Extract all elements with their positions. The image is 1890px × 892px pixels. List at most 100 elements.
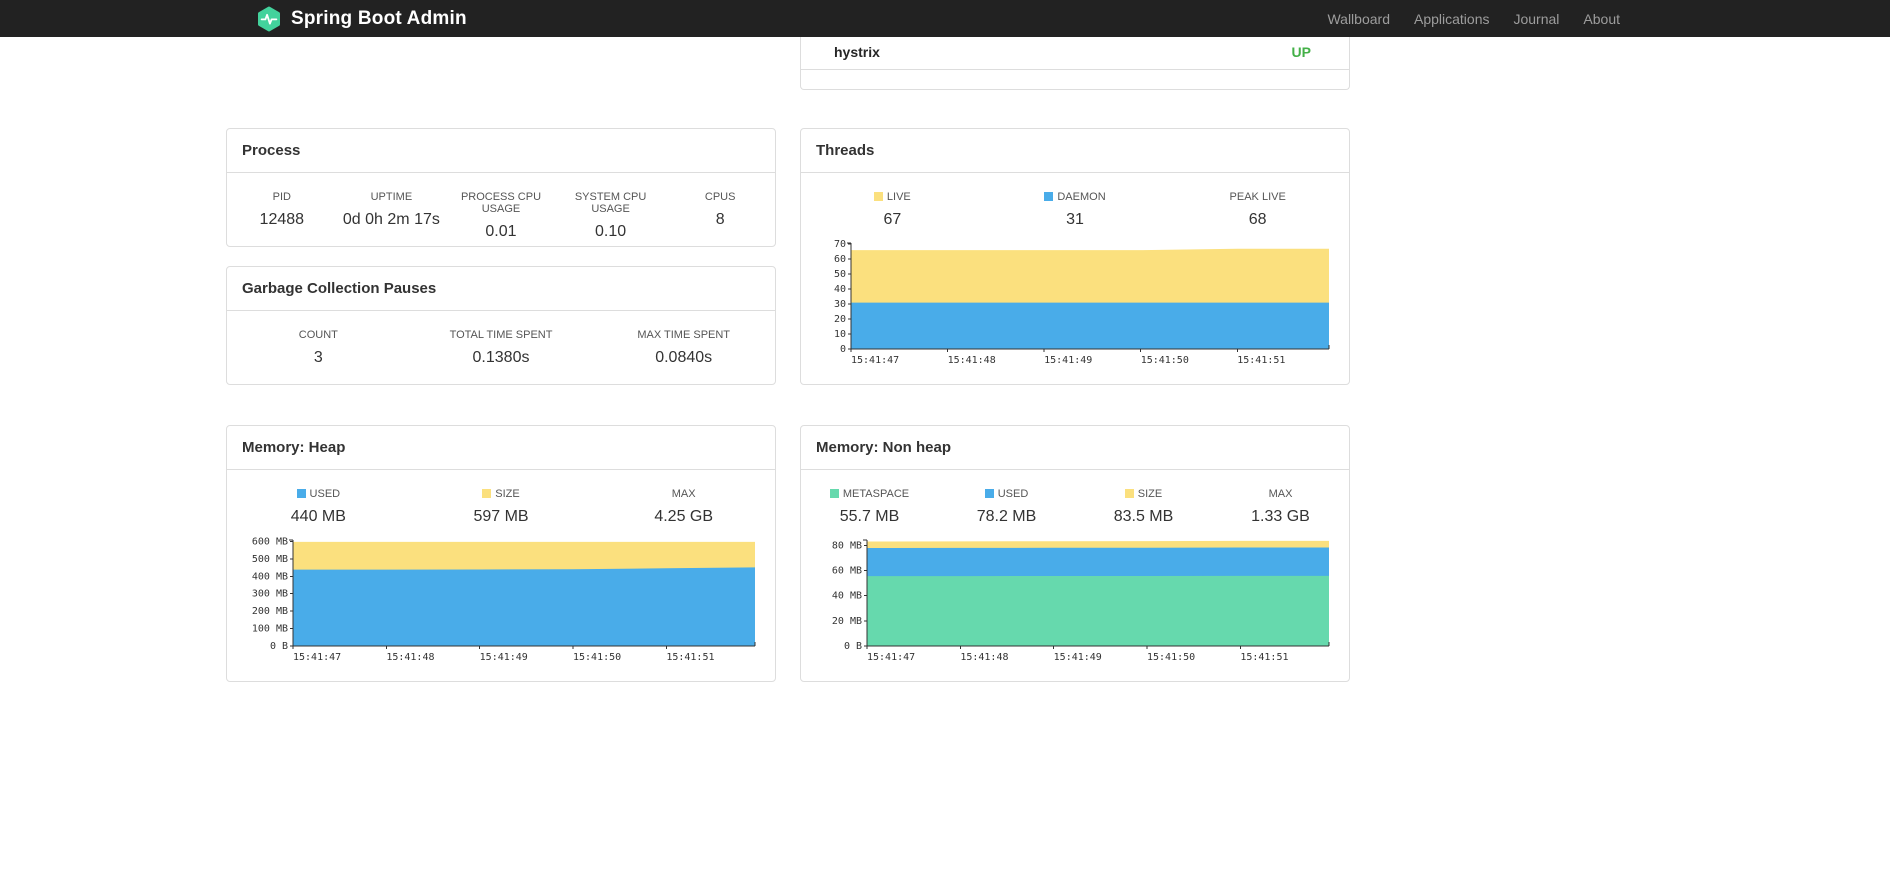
garbage-collection-panel: Garbage Collection Pauses COUNT 3 TOTAL … [226,266,776,385]
stat-nonheap-used: USED 78.2 MB [938,488,1075,526]
stat-label-text: USED [309,488,341,500]
stat-pid-value: 12488 [259,211,305,228]
stat-heap-used-label: USED [227,488,410,500]
svg-text:60 MB: 60 MB [832,565,862,576]
nav-journal[interactable]: Journal [1501,11,1571,27]
stat-threads-daemon-value: 31 [1066,211,1084,228]
svg-text:15:41:51: 15:41:51 [666,652,714,663]
stat-system-cpu-usage: SYSTEM CPU USAGE 0.10 [556,191,666,241]
garbage-collection-stats: COUNT 3 TOTAL TIME SPENT 0.1380s MAX TIM… [227,311,775,375]
memory-nonheap-panel-title: Memory: Non heap [801,426,1349,470]
svg-text:15:41:50: 15:41:50 [1147,652,1195,663]
memory-heap-panel: Memory: Heap USED 440 MB SIZE 597 MB MAX… [226,425,776,682]
brand[interactable]: Spring Boot Admin [256,6,467,32]
stat-gc-max-time-label: MAX TIME SPENT [637,329,731,341]
stat-nonheap-used-value: 78.2 MB [976,508,1037,525]
threads-panel-title: Threads [801,129,1349,173]
svg-text:20: 20 [834,314,846,325]
metaspace-legend-swatch-icon [829,489,839,498]
stat-system-cpu-usage-value: 0.10 [595,223,627,240]
svg-text:15:41:48: 15:41:48 [386,652,434,663]
memory-heap-stats: USED 440 MB SIZE 597 MB MAX 4.25 GB [227,470,775,534]
svg-text:15:41:47: 15:41:47 [867,652,915,663]
stat-system-cpu-usage-label: SYSTEM CPU USAGE [574,191,647,215]
stat-nonheap-max-label: MAX [1268,488,1293,500]
stat-process-cpu-usage-value: 0.01 [485,223,517,240]
svg-text:15:41:48: 15:41:48 [960,652,1008,663]
svg-text:15:41:50: 15:41:50 [573,652,621,663]
stat-nonheap-size-label: SIZE [1075,488,1212,500]
stat-threads-live: LIVE 67 [801,191,984,229]
stat-label-text: USED [997,488,1029,500]
svg-text:15:41:49: 15:41:49 [1044,355,1092,366]
application-row[interactable]: hystrix UP [801,37,1349,70]
stat-heap-size-label: SIZE [410,488,593,500]
svg-text:70: 70 [834,239,846,250]
stat-heap-size-value: 597 MB [473,508,529,525]
stat-gc-count: COUNT 3 [227,329,410,367]
stat-gc-count-label: COUNT [298,329,338,341]
stat-uptime: UPTIME 0d 0h 2m 17s [337,191,447,241]
navbar: Spring Boot Admin Wallboard Applications… [0,0,1890,37]
size-legend-swatch-icon [1124,489,1134,498]
nav-applications[interactable]: Applications [1402,11,1502,27]
live-legend-swatch-icon [873,192,883,201]
stat-gc-total-time-value: 0.1380s [472,349,530,366]
stat-threads-peak-live: PEAK LIVE 68 [1166,191,1349,229]
stat-nonheap-metaspace-value: 55.7 MB [839,508,900,525]
svg-text:0 B: 0 B [270,641,288,652]
stat-heap-max-value: 4.25 GB [654,508,714,525]
memory-nonheap-chart: 0 B 20 MB 40 MB 60 MB 80 MB 15:41:47 15:41:48 1… [811,534,1349,675]
stat-gc-max-time-value: 0.0840s [655,349,713,366]
stat-heap-max: MAX 4.25 GB [592,488,775,526]
memory-nonheap-stats: METASPACE 55.7 MB USED 78.2 MB SIZE 83.5… [801,470,1349,534]
memory-heap-panel-title: Memory: Heap [227,426,775,470]
stat-threads-daemon: DAEMON 31 [984,191,1167,229]
svg-text:300 MB: 300 MB [252,589,288,600]
garbage-collection-panel-title: Garbage Collection Pauses [227,267,775,311]
svg-text:60: 60 [834,254,846,265]
stat-nonheap-used-label: USED [938,488,1075,500]
stat-nonheap-metaspace: METASPACE 55.7 MB [801,488,938,526]
stat-nonheap-size: SIZE 83.5 MB [1075,488,1212,526]
svg-text:600 MB: 600 MB [252,536,288,547]
size-legend-swatch-icon [482,489,492,498]
brand-title: Spring Boot Admin [291,7,467,29]
application-status-panel: hystrix UP [800,37,1350,90]
process-panel: Process PID 12488 UPTIME 0d 0h 2m 17s PR… [226,128,776,247]
stat-heap-size: SIZE 597 MB [410,488,593,526]
stat-cpus-value: 8 [715,211,725,228]
used-legend-swatch-icon [984,489,994,498]
threads-chart: 0 10 20 30 40 50 60 70 15:41:47 15:41:48 15:41:49 1… [811,237,1349,378]
stat-gc-max-time: MAX TIME SPENT 0.0840s [592,329,775,367]
stat-pid: PID 12488 [227,191,337,241]
stat-label-text: SIZE [495,488,520,500]
nav-about[interactable]: About [1571,11,1632,27]
application-status-badge: UP [1291,44,1311,60]
nav-wallboard[interactable]: Wallboard [1315,11,1402,27]
threads-stats: LIVE 67 DAEMON 31 PEAK LIVE 68 [801,173,1349,237]
stat-gc-total-time-label: TOTAL TIME SPENT [449,329,553,341]
stat-nonheap-size-value: 83.5 MB [1113,508,1174,525]
svg-text:0: 0 [840,344,846,355]
svg-text:15:41:51: 15:41:51 [1237,355,1285,366]
stat-label-text: METASPACE [842,488,910,500]
svg-text:15:41:47: 15:41:47 [851,355,899,366]
svg-text:50: 50 [834,269,846,280]
stat-process-cpu-usage-label: PROCESS CPU USAGE [460,191,542,215]
stat-label-text: DAEMON [1057,191,1106,203]
svg-text:200 MB: 200 MB [252,606,288,617]
stat-cpus: CPUS 8 [665,191,775,241]
svg-text:40 MB: 40 MB [832,591,862,602]
daemon-legend-swatch-icon [1044,192,1054,201]
application-name[interactable]: hystrix [834,44,880,60]
stat-cpus-label: CPUS [704,191,736,203]
svg-text:15:41:48: 15:41:48 [948,355,996,366]
stat-heap-used: USED 440 MB [227,488,410,526]
stat-gc-count-value: 3 [313,349,323,366]
stat-threads-peak-live-value: 68 [1248,211,1267,228]
stat-gc-total-time: TOTAL TIME SPENT 0.1380s [410,329,593,367]
svg-text:80 MB: 80 MB [832,540,862,551]
stat-threads-live-value: 67 [883,211,902,228]
stat-label-text: SIZE [1137,488,1163,500]
